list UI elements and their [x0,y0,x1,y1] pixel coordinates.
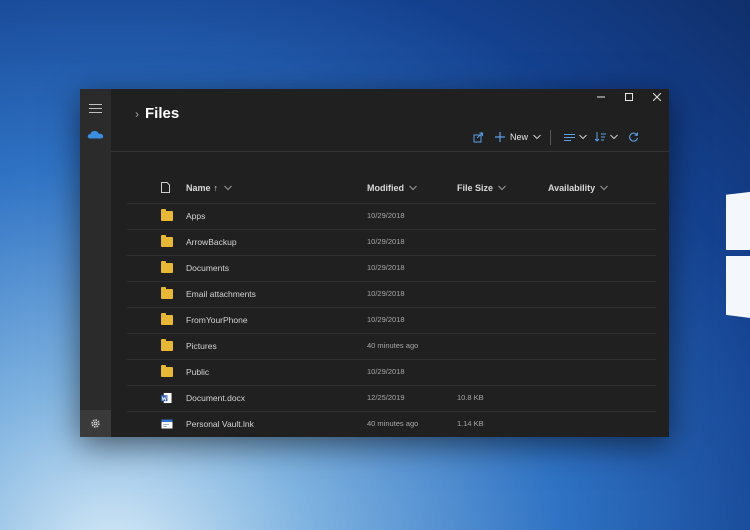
column-header-size-label: File Size [457,182,494,193]
chevron-right-icon: › [135,106,139,121]
minimize-button[interactable] [587,89,615,105]
file-name: Email attachments [186,289,256,299]
file-row[interactable]: Public 10/29/2018 [127,359,656,385]
files-app-window: › Files New Name ↑ Modified File Size Av… [80,89,669,437]
column-header-name-label: Name [186,182,211,193]
folder-icon [161,261,173,273]
list-view-icon [564,133,575,141]
toolbar-divider [111,151,669,152]
column-header-size[interactable]: File Size [457,180,506,195]
file-row[interactable]: Document.docx 12/25/2019 10.8 KB [127,385,656,411]
file-modified: 10/29/2018 [367,367,405,376]
file-modified: 40 minutes ago [367,419,419,428]
chevron-down-icon [579,134,587,140]
column-header-availability-label: Availability [548,182,596,193]
file-name: Personal Vault.lnk [186,419,254,429]
gear-icon [91,419,100,428]
chevron-down-icon [224,185,232,190]
file-name: Apps [186,211,206,221]
minimize-icon [597,96,605,98]
chevron-down-icon [533,134,541,140]
file-name: Documents [186,263,229,273]
file-modified: 40 minutes ago [367,341,419,350]
file-size: 1.14 KB [457,419,484,428]
refresh-icon [629,131,639,142]
onedrive-cloud-icon[interactable] [87,130,104,139]
word-document-icon [161,392,172,404]
file-modified: 10/29/2018 [367,263,405,272]
column-header-modified[interactable]: Modified [367,180,417,195]
file-modified: 10/29/2018 [367,289,405,298]
windows-logo [726,190,750,320]
maximize-button[interactable] [615,89,643,105]
column-header-modified-label: Modified [367,182,404,193]
file-row[interactable]: Email attachments 10/29/2018 [127,281,656,307]
breadcrumb: › Files [135,105,179,122]
file-name: Pictures [186,341,217,351]
toolbar-separator [550,130,551,145]
maximize-icon [625,93,633,101]
view-options-button[interactable] [564,129,587,145]
plus-icon [495,132,505,142]
file-row[interactable]: FromYourPhone 10/29/2018 [127,307,656,333]
new-button-label: New [510,132,529,142]
file-name: Public [186,367,210,377]
folder-icon [161,339,173,351]
sort-icon [595,132,606,142]
file-type-header [161,180,170,195]
refresh-button[interactable] [628,129,639,145]
file-size: 10.8 KB [457,393,484,402]
folder-icon [161,313,173,325]
file-name: Document.docx [186,393,246,403]
folder-icon [161,209,173,221]
share-button[interactable] [473,129,484,145]
file-modified: 10/29/2018 [367,237,405,246]
folder-icon [161,287,173,299]
sort-button[interactable] [595,129,618,145]
file-row[interactable]: Personal Vault.lnk 40 minutes ago 1.14 K… [127,411,656,437]
file-row[interactable]: Apps 10/29/2018 [127,203,656,229]
file-name: FromYourPhone [186,315,248,325]
settings-button[interactable] [80,410,111,437]
sort-ascending-icon: ↑ [213,182,219,193]
column-header-name[interactable]: Name ↑ [186,180,232,195]
file-row[interactable]: Pictures 40 minutes ago [127,333,656,359]
nav-rail [80,89,111,437]
new-button[interactable]: New [495,129,541,145]
close-icon [653,93,661,101]
folder-icon [161,365,173,377]
file-row[interactable]: Documents 10/29/2018 [127,255,656,281]
file-name: ArrowBackup [186,237,237,247]
close-button[interactable] [643,89,669,105]
file-modified: 12/25/2019 [367,393,405,402]
chevron-down-icon [600,185,609,190]
hamburger-icon[interactable] [89,104,102,113]
folder-icon [161,235,173,247]
share-icon [473,132,483,142]
file-modified: 10/29/2018 [367,211,405,220]
file-row[interactable]: ArrowBackup 10/29/2018 [127,229,656,255]
chevron-down-icon [498,185,506,190]
file-icon [161,182,170,193]
file-modified: 10/29/2018 [367,315,405,324]
column-header-availability[interactable]: Availability [548,180,609,195]
chevron-down-icon [610,134,618,140]
shortcut-link-icon [161,419,173,429]
chevron-down-icon [409,185,417,190]
page-title: Files [145,105,180,122]
